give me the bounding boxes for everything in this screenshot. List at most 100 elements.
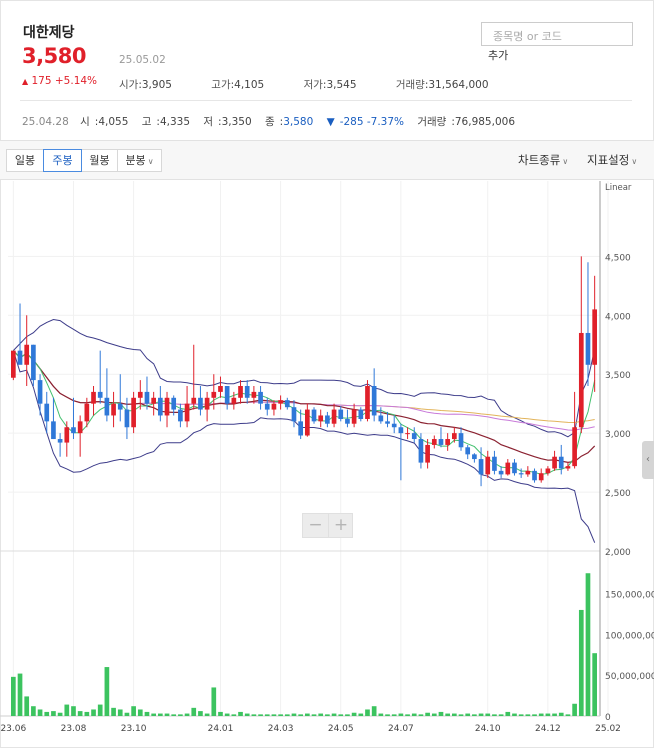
candle-body (592, 309, 597, 365)
candle-body (224, 386, 230, 404)
candle-body (57, 439, 63, 443)
volume-bar (418, 714, 424, 716)
volume-bar (465, 713, 471, 716)
candle-body (258, 391, 263, 404)
stock-chart[interactable]: 4,500 4,000 3,500 3,000 2,500 2,000 Linear 150,… (0, 181, 654, 748)
candle-body (64, 427, 70, 443)
candle-body (178, 409, 183, 422)
candle-body (271, 403, 277, 410)
candle-body (391, 423, 397, 428)
minute-label: 분봉 (125, 154, 146, 167)
zoom-out-button[interactable]: − (303, 514, 328, 537)
volume-bar (284, 714, 290, 716)
candle-body (11, 350, 16, 378)
add-button[interactable]: 추가 (488, 47, 508, 63)
candle-body (91, 391, 96, 404)
candle-body (31, 344, 36, 381)
x-axis-label: 24.01 (208, 724, 234, 734)
zoom-control: − + (302, 513, 353, 538)
scale-type-label: Linear (605, 183, 632, 193)
volume-bar (505, 711, 511, 716)
quote-date: 25.05.02 (119, 54, 166, 66)
weekly-tab[interactable]: 주봉 (43, 149, 82, 172)
open-value: 3,905 (141, 79, 172, 91)
volume-bar (198, 711, 203, 716)
week-low-label: 저 (203, 116, 214, 128)
volume-bar (585, 573, 591, 716)
candle-body (505, 462, 511, 475)
candle-body (305, 409, 310, 436)
week-volume: 76,985,006 (454, 116, 515, 128)
candle-body (171, 397, 177, 410)
volume-bar (592, 653, 597, 716)
volume-bar (64, 704, 70, 716)
volume-bar (111, 707, 116, 716)
candle-body (545, 468, 551, 474)
candle-body (525, 470, 531, 475)
volume-bar (37, 709, 43, 716)
volume-bar (405, 714, 410, 716)
volume-bar (512, 713, 517, 716)
candle-body (117, 403, 123, 410)
side-panel-toggle[interactable]: ‹ (642, 441, 654, 479)
volume-bar (365, 709, 370, 716)
candle-body (144, 391, 150, 404)
volume-bar (238, 711, 243, 716)
volume-axis-label: 150,000,000 (605, 591, 654, 601)
zoom-in-button[interactable]: + (328, 514, 353, 537)
volume-bar (278, 714, 283, 716)
candle-body (351, 409, 357, 424)
x-axis-label: 25.02 (595, 724, 621, 734)
volume-label: 거래량 (395, 79, 425, 91)
volume-bar (425, 712, 430, 716)
volume-bar (472, 714, 477, 716)
candle-body (137, 391, 143, 398)
volume-bar (158, 713, 163, 716)
volume-bar (117, 709, 123, 716)
x-axis-label: 24.05 (328, 724, 354, 734)
volume-bar (291, 713, 297, 716)
volume-bar (358, 713, 364, 716)
volume-bar (525, 714, 531, 716)
volume-bar (411, 713, 417, 716)
header-divider (20, 100, 632, 101)
volume-bar (44, 711, 50, 716)
candle-body (585, 332, 591, 365)
candle-body (111, 403, 116, 416)
x-axis-label: 23.06 (0, 724, 26, 734)
price-axis-label: 3,500 (605, 371, 631, 381)
volume-bar (325, 714, 330, 716)
candle-body (97, 391, 103, 398)
price-axis-label: 3,000 (605, 430, 631, 440)
volume-bar (151, 713, 156, 716)
candle-body (472, 454, 477, 460)
volume-bar (171, 714, 177, 716)
candle-body (465, 447, 471, 455)
volume-bar (57, 712, 63, 716)
chart-type-menu[interactable]: 차트종류 ∨ (518, 152, 568, 168)
candle-body (284, 400, 290, 408)
volume-bar (518, 714, 524, 716)
volume-bar (458, 714, 464, 716)
candle-body (291, 407, 297, 422)
current-price: 3,580 (22, 44, 86, 68)
price-change: ▲ 175 +5.14% (22, 75, 97, 87)
volume-axis-label: 0 (605, 713, 611, 723)
volume-bar (164, 713, 170, 716)
candle-body (131, 397, 136, 428)
volume-bar (144, 711, 150, 716)
search-input[interactable] (481, 22, 633, 46)
chart-toolbar: 일봉 주봉 월봉 분봉 ∨ 차트종류 ∨ 지표설정 ∨ (0, 140, 654, 180)
minute-dropdown[interactable]: 분봉 ∨ (117, 149, 162, 172)
indicator-menu[interactable]: 지표설정 ∨ (587, 152, 637, 168)
daily-tab[interactable]: 일봉 (6, 149, 44, 172)
monthly-tab[interactable]: 월봉 (81, 149, 118, 172)
candle-body (345, 419, 350, 424)
volume-bar (137, 709, 143, 716)
volume-bar (124, 712, 130, 716)
volume-bar (485, 713, 491, 716)
candle-body (338, 409, 344, 419)
week-open: 4,055 (98, 116, 129, 128)
volume-bar (84, 711, 90, 716)
up-arrow-icon: ▲ (22, 77, 29, 86)
